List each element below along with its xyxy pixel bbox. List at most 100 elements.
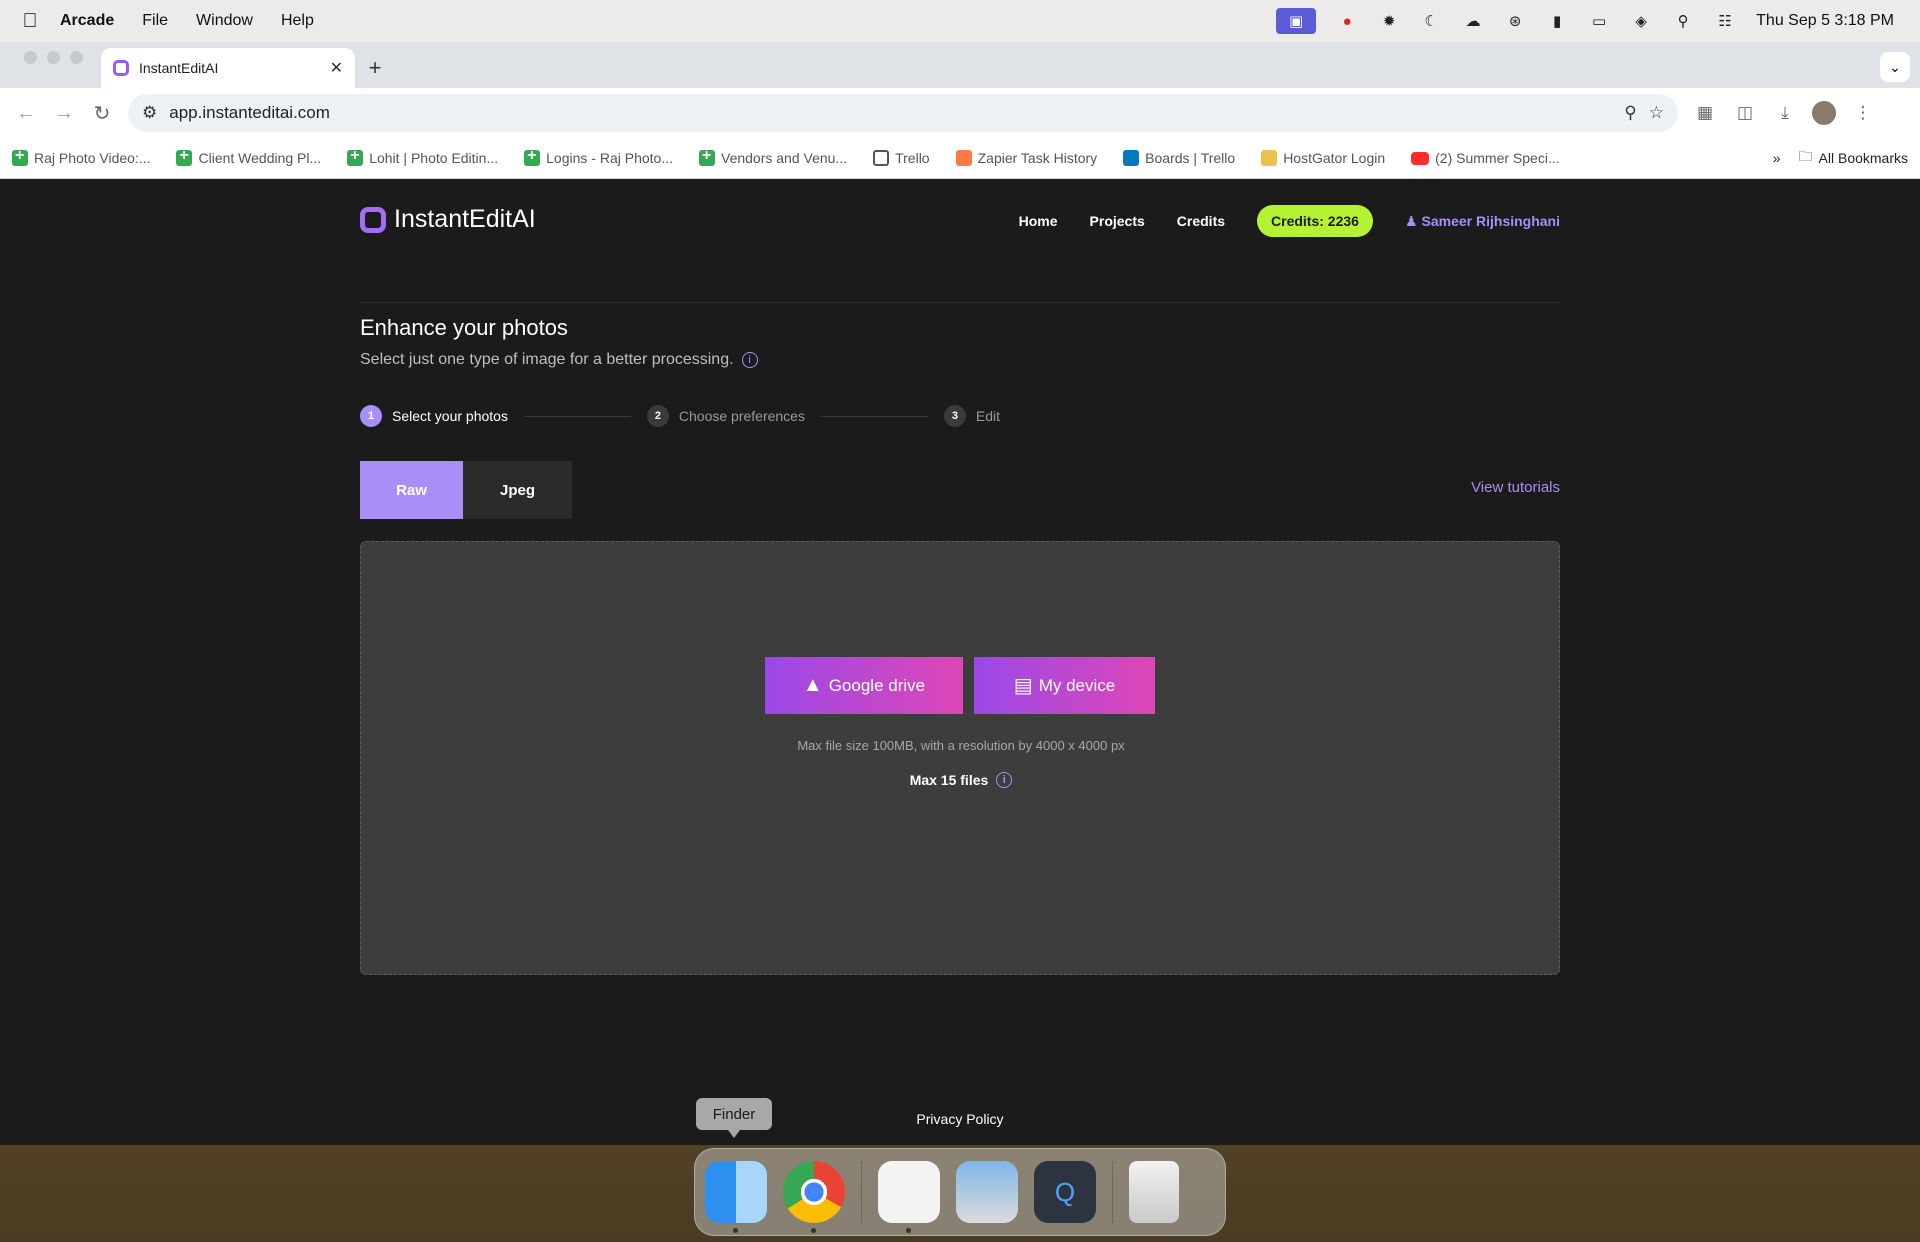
control-center-icon[interactable]: ☷ bbox=[1714, 12, 1736, 30]
dock-tooltip: Finder bbox=[696, 1098, 772, 1138]
bookmark-label: (2) Summer Speci... bbox=[1435, 150, 1560, 166]
user-menu[interactable]: ♟ Sameer Rijhsinghani bbox=[1405, 213, 1560, 230]
step-label: Choose preferences bbox=[678, 408, 805, 424]
page-title: Enhance your photos bbox=[360, 315, 568, 340]
nav-credits[interactable]: Credits bbox=[1177, 213, 1225, 229]
google-drive-button[interactable]: ▲ Google drive bbox=[765, 657, 963, 714]
app-header: InstantEditAI Home Projects Credits Cred… bbox=[360, 205, 1560, 303]
new-tab-button[interactable]: + bbox=[355, 48, 395, 88]
extension-icon[interactable]: ▦ bbox=[1692, 103, 1718, 123]
laptop-icon: ▤ bbox=[1013, 675, 1033, 697]
bookmark-item[interactable]: Logins - Raj Photo... bbox=[524, 147, 673, 166]
brightness-icon[interactable]: ✹ bbox=[1378, 12, 1400, 30]
download-icon[interactable]: ⤓ bbox=[1772, 103, 1798, 123]
arcade-app-icon[interactable] bbox=[878, 1161, 940, 1233]
bookmark-item[interactable]: Lohit | Photo Editin... bbox=[347, 147, 498, 166]
bookmark-item[interactable]: Boards | Trello bbox=[1123, 150, 1235, 166]
browser-tab-active[interactable]: InstantEditAI ✕ bbox=[101, 48, 355, 88]
close-tab-icon[interactable]: ✕ bbox=[330, 58, 343, 78]
browser-chrome: InstantEditAI ✕ + ⌄ ← → ↻ ⚙ app.instante… bbox=[0, 42, 1920, 179]
more-bookmarks-chevron-icon[interactable]: » bbox=[1773, 150, 1781, 166]
tab-search-chevron-down-icon[interactable]: ⌄ bbox=[1880, 52, 1910, 82]
all-bookmarks-button[interactable]: 🗀 All Bookmarks bbox=[1799, 146, 1908, 170]
bookmark-label: Client Wedding Pl... bbox=[198, 150, 322, 166]
back-arrow-icon[interactable]: ← bbox=[14, 102, 38, 125]
info-icon[interactable]: i bbox=[741, 352, 758, 368]
nav-home[interactable]: Home bbox=[1019, 213, 1058, 229]
bookmark-item[interactable]: Trello bbox=[873, 150, 930, 166]
upload-dropzone[interactable]: ▲ Google drive ▤ My device Max file size… bbox=[360, 541, 1560, 975]
bookmark-label: Logins - Raj Photo... bbox=[546, 150, 673, 166]
wifi-icon[interactable]: ◈ bbox=[1630, 12, 1652, 30]
max-files: Max 15 files i bbox=[361, 772, 1561, 788]
image-type-tabs: Raw Jpeg bbox=[360, 461, 572, 519]
privacy-policy-link[interactable]: Privacy Policy bbox=[0, 1111, 1920, 1127]
tab-raw[interactable]: Raw bbox=[360, 461, 463, 519]
record-icon[interactable]: ● bbox=[1336, 12, 1358, 30]
screen-share-icon[interactable]: ▣ bbox=[1276, 8, 1317, 34]
bookmark-item[interactable]: Zapier Task History bbox=[955, 150, 1097, 166]
sheets-icon bbox=[699, 147, 715, 166]
menu-file[interactable]: File bbox=[142, 12, 168, 30]
menu-window[interactable]: Window bbox=[196, 12, 253, 30]
kebab-menu-icon[interactable]: ⋮ bbox=[1850, 103, 1876, 123]
close-window-button[interactable] bbox=[24, 50, 37, 64]
minimize-window-button[interactable] bbox=[47, 50, 60, 64]
info-icon[interactable]: i bbox=[996, 772, 1013, 788]
folder-icon: 🗀 bbox=[1798, 148, 1813, 164]
step-choose-preferences: 2 Choose preferences bbox=[646, 405, 805, 427]
zoom-magnifier-icon[interactable]: ⚲ bbox=[1624, 103, 1636, 123]
finder-icon[interactable] bbox=[705, 1161, 767, 1233]
tab-bar: InstantEditAI ✕ + ⌄ bbox=[0, 42, 1920, 88]
bookmarks-right: » 🗀 All Bookmarks bbox=[1773, 146, 1908, 170]
bookmark-star-icon[interactable]: ☆ bbox=[1649, 103, 1664, 123]
bookmarks-bar: Raj Photo Video:... Client Wedding Pl...… bbox=[0, 138, 1920, 179]
moon-icon[interactable]: ☾ bbox=[1420, 12, 1442, 30]
bookmark-label: Boards | Trello bbox=[1145, 150, 1236, 166]
site-settings-icon[interactable]: ⚙ bbox=[142, 103, 157, 123]
contacts-icon[interactable]: ▮ bbox=[1546, 12, 1568, 30]
bookmark-label: Vendors and Venu... bbox=[721, 150, 848, 166]
main-nav: Home Projects Credits Credits: 2236 ♟ Sa… bbox=[1019, 205, 1560, 237]
brand-logo[interactable]: InstantEditAI bbox=[360, 205, 536, 234]
my-device-label: My device bbox=[1038, 675, 1116, 695]
address-bar[interactable]: ⚙ app.instanteditai.com ⚲ ☆ bbox=[128, 94, 1678, 132]
preview-icon[interactable] bbox=[956, 1161, 1018, 1223]
antenna-icon[interactable]: ⊛ bbox=[1504, 12, 1526, 30]
quicktime-icon[interactable]: Q bbox=[1034, 1161, 1096, 1223]
battery-icon[interactable]: ▭ bbox=[1588, 12, 1610, 30]
tab-title: InstantEditAI bbox=[139, 60, 219, 76]
bookmark-item[interactable]: Client Wedding Pl... bbox=[176, 147, 322, 166]
menu-app-name[interactable]: Arcade bbox=[60, 12, 114, 30]
credits-badge[interactable]: Credits: 2236 bbox=[1257, 205, 1373, 237]
sheets-icon bbox=[12, 147, 28, 166]
bookmark-item[interactable]: (2) Summer Speci... bbox=[1411, 150, 1560, 166]
profile-avatar[interactable] bbox=[1812, 101, 1836, 125]
google-drive-icon: ▲ bbox=[802, 674, 823, 696]
bookmark-item[interactable]: HostGator Login bbox=[1261, 150, 1385, 166]
bookmark-item[interactable]: Raj Photo Video:... bbox=[12, 147, 151, 166]
apple-icon[interactable]:  bbox=[0, 10, 60, 33]
menu-help[interactable]: Help bbox=[281, 12, 314, 30]
step-divider bbox=[820, 415, 928, 417]
instanteditai-favicon-icon bbox=[113, 60, 129, 76]
bookmark-item[interactable]: Vendors and Venu... bbox=[699, 147, 848, 166]
tab-jpeg[interactable]: Jpeg bbox=[463, 461, 572, 519]
nav-projects[interactable]: Projects bbox=[1090, 213, 1145, 229]
max-files-label: Max 15 files bbox=[909, 772, 989, 788]
my-device-button[interactable]: ▤ My device bbox=[974, 657, 1155, 714]
trash-icon[interactable] bbox=[1129, 1161, 1179, 1223]
url-text[interactable]: app.instanteditai.com bbox=[169, 103, 1612, 123]
spotlight-search-icon[interactable]: ⚲ bbox=[1672, 12, 1694, 30]
puzzle-extensions-icon[interactable]: ◫ bbox=[1732, 103, 1758, 123]
menu-clock[interactable]: Thu Sep 5 3:18 PM bbox=[1756, 12, 1894, 30]
zoom-window-button[interactable] bbox=[70, 50, 83, 64]
window-controls bbox=[0, 50, 101, 80]
reload-icon[interactable]: ↻ bbox=[90, 101, 114, 126]
forward-arrow-icon[interactable]: → bbox=[52, 102, 76, 125]
bookmark-label: Raj Photo Video:... bbox=[34, 150, 151, 166]
view-tutorials-link[interactable]: View tutorials bbox=[1430, 479, 1560, 496]
chrome-icon[interactable] bbox=[783, 1161, 845, 1233]
cloud-sync-icon[interactable]: ☁ bbox=[1462, 12, 1484, 30]
stepper: 1 Select your photos 2 Choose preference… bbox=[360, 405, 1000, 427]
